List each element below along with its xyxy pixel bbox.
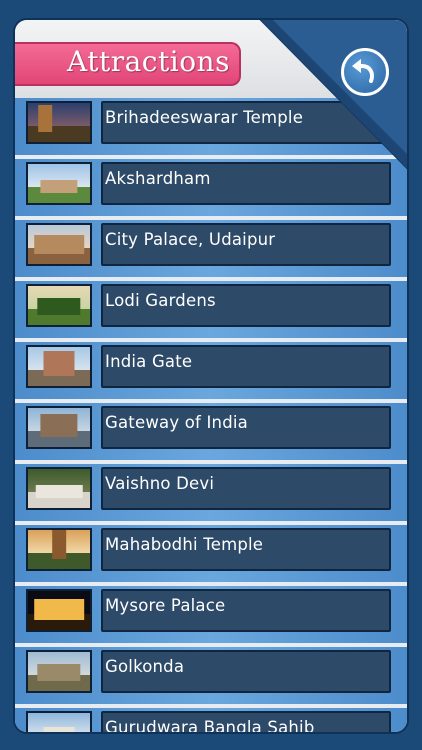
list-item[interactable]: Golkonda	[15, 647, 407, 708]
list-item-label: Akshardham	[105, 169, 211, 188]
attraction-thumbnail	[26, 650, 92, 693]
list-item-label: Gurudwara Bangla Sahib	[105, 718, 315, 734]
list-item[interactable]: Gurudwara Bangla Sahib	[15, 708, 407, 734]
list-item-label: City Palace, Udaipur	[105, 230, 276, 249]
corner-flap	[259, 20, 407, 170]
list-item-label-box: Gurudwara Bangla Sahib	[101, 711, 391, 734]
list-item-label: Golkonda	[105, 657, 185, 676]
list-item-label-box: Mysore Palace	[101, 589, 391, 632]
list-item-label: Lodi Gardens	[105, 291, 216, 310]
attraction-thumbnail	[26, 711, 92, 732]
list-item[interactable]: Lodi Gardens	[15, 281, 407, 342]
attraction-thumbnail	[26, 345, 92, 388]
app-frame: Brihadeeswarar Temple Akshardham City Pa…	[13, 18, 409, 734]
list-item[interactable]: Mysore Palace	[15, 586, 407, 647]
list-item-label-box: Vaishno Devi	[101, 467, 391, 510]
attraction-thumbnail	[26, 284, 92, 327]
list-item-label: Vaishno Devi	[105, 474, 215, 493]
list-item-label: India Gate	[105, 352, 193, 371]
list-item-label-box: Mahabodhi Temple	[101, 528, 391, 571]
list-item[interactable]: Mahabodhi Temple	[15, 525, 407, 586]
attractions-list[interactable]: Brihadeeswarar Temple Akshardham City Pa…	[15, 98, 407, 734]
attraction-thumbnail	[26, 162, 92, 205]
list-item-label-box: Golkonda	[101, 650, 391, 693]
title-banner: Attractions	[15, 42, 241, 86]
list-item-label: Mysore Palace	[105, 596, 226, 615]
list-item-label-box: Gateway of India	[101, 406, 391, 449]
attraction-thumbnail	[26, 467, 92, 510]
list-item[interactable]: Gateway of India	[15, 403, 407, 464]
back-button[interactable]	[341, 48, 389, 96]
attraction-thumbnail	[26, 589, 92, 632]
list-item-label-box: Lodi Gardens	[101, 284, 391, 327]
list-item[interactable]: City Palace, Udaipur	[15, 220, 407, 281]
list-item[interactable]: India Gate	[15, 342, 407, 403]
attraction-thumbnail	[26, 101, 92, 144]
attraction-thumbnail	[26, 406, 92, 449]
attraction-thumbnail	[26, 223, 92, 266]
list-item-label-box: City Palace, Udaipur	[101, 223, 391, 266]
page-title: Attractions	[67, 45, 230, 78]
list-item[interactable]: Vaishno Devi	[15, 464, 407, 525]
list-item-label: Gateway of India	[105, 413, 248, 432]
list-item-label: Mahabodhi Temple	[105, 535, 264, 554]
attraction-thumbnail	[26, 528, 92, 571]
list-item-label-box: India Gate	[101, 345, 391, 388]
back-arrow-icon	[352, 59, 374, 83]
